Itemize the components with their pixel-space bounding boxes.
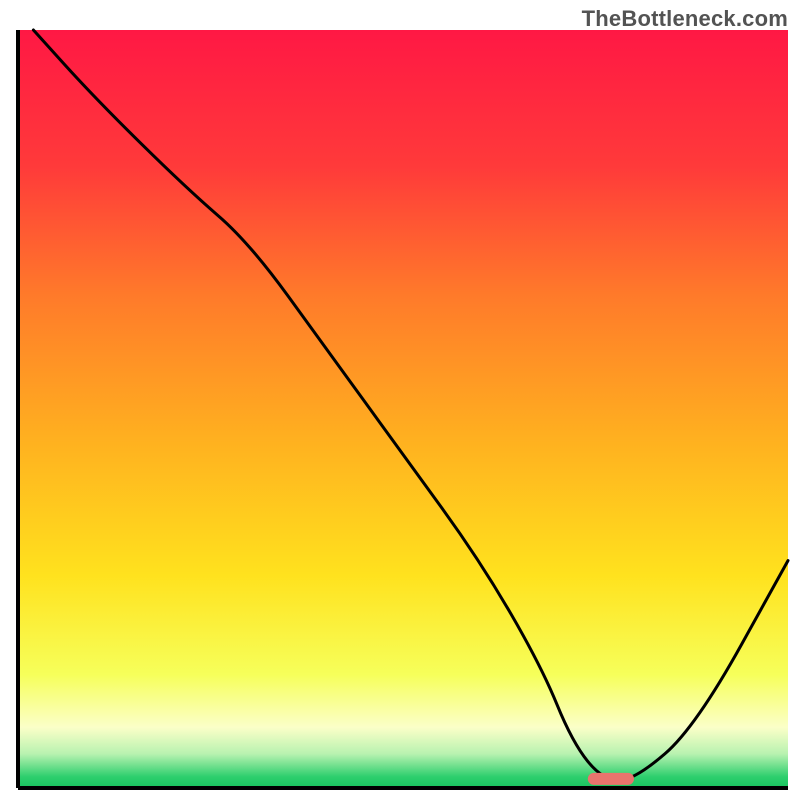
plot-area: [18, 30, 788, 788]
gradient-background: [18, 30, 788, 788]
optimal-marker: [588, 773, 634, 785]
chart-stage: TheBottleneck.com: [0, 0, 800, 800]
watermark: TheBottleneck.com: [582, 6, 788, 32]
bottleneck-chart: [0, 0, 800, 800]
